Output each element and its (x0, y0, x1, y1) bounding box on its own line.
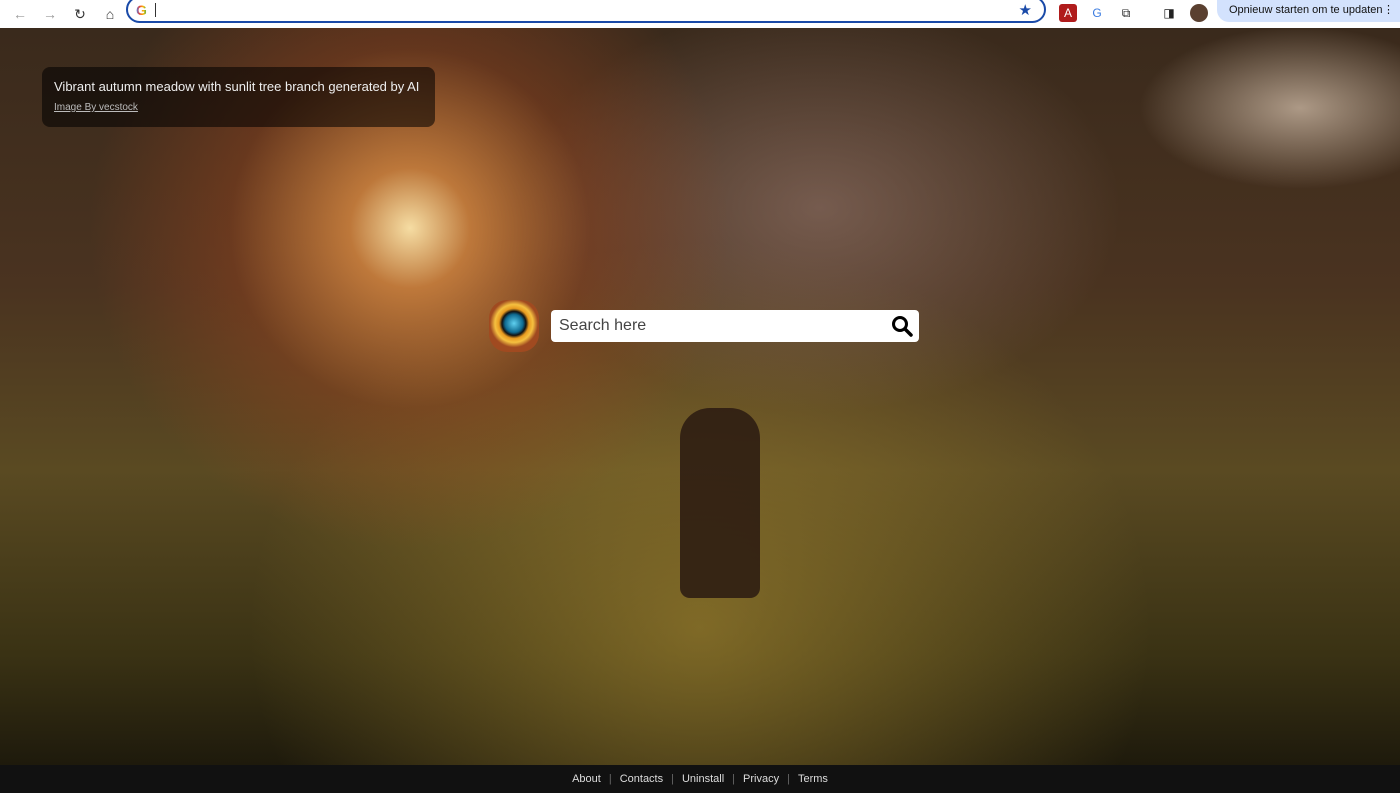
profile-avatar[interactable] (1190, 4, 1208, 22)
search-input[interactable] (559, 317, 879, 335)
footer-link-contacts[interactable]: Contacts (612, 773, 671, 785)
browser-toolbar: ← → ↻ ⌂ G ★ A G ⧉ ◨ Opnieuw starten om t… (0, 0, 1400, 28)
google-icon: G (136, 1, 147, 18)
address-bar[interactable]: G ★ (126, 0, 1046, 23)
footer-link-terms[interactable]: Terms (790, 773, 836, 785)
tree-trunk (680, 408, 760, 598)
forward-icon[interactable]: → (42, 6, 58, 22)
update-label: Opnieuw starten om te updaten (1229, 4, 1383, 16)
background-image (0, 28, 1400, 765)
caption-title: Vibrant autumn meadow with sunlit tree b… (54, 79, 420, 94)
footer-link-privacy[interactable]: Privacy (735, 773, 787, 785)
update-button[interactable]: Opnieuw starten om te updaten ⋮ (1217, 0, 1400, 22)
side-panel-icon[interactable]: ◨ (1160, 4, 1178, 22)
search-box (551, 310, 919, 342)
bookmark-star-icon[interactable]: ★ (1019, 1, 1032, 19)
back-icon[interactable]: ← (12, 6, 28, 22)
footer-link-about[interactable]: About (564, 773, 609, 785)
text-caret (154, 2, 156, 17)
extensions-puzzle-icon[interactable]: ⧉ (1117, 4, 1135, 22)
search-icon[interactable] (891, 315, 913, 337)
image-caption: Vibrant autumn meadow with sunlit tree b… (42, 67, 435, 127)
translate-extension-icon[interactable]: G (1088, 4, 1106, 22)
reload-icon[interactable]: ↻ (72, 6, 88, 23)
image-credit-link[interactable]: Image By vecstock (54, 102, 423, 113)
footer: About | Contacts | Uninstall | Privacy | Ter… (0, 765, 1400, 793)
home-icon[interactable]: ⌂ (102, 6, 118, 22)
footer-link-uninstall[interactable]: Uninstall (674, 773, 732, 785)
pdf-extension-icon[interactable]: A (1059, 4, 1077, 22)
menu-dots-icon[interactable]: ⋮ (1383, 0, 1394, 20)
logo (489, 300, 539, 352)
